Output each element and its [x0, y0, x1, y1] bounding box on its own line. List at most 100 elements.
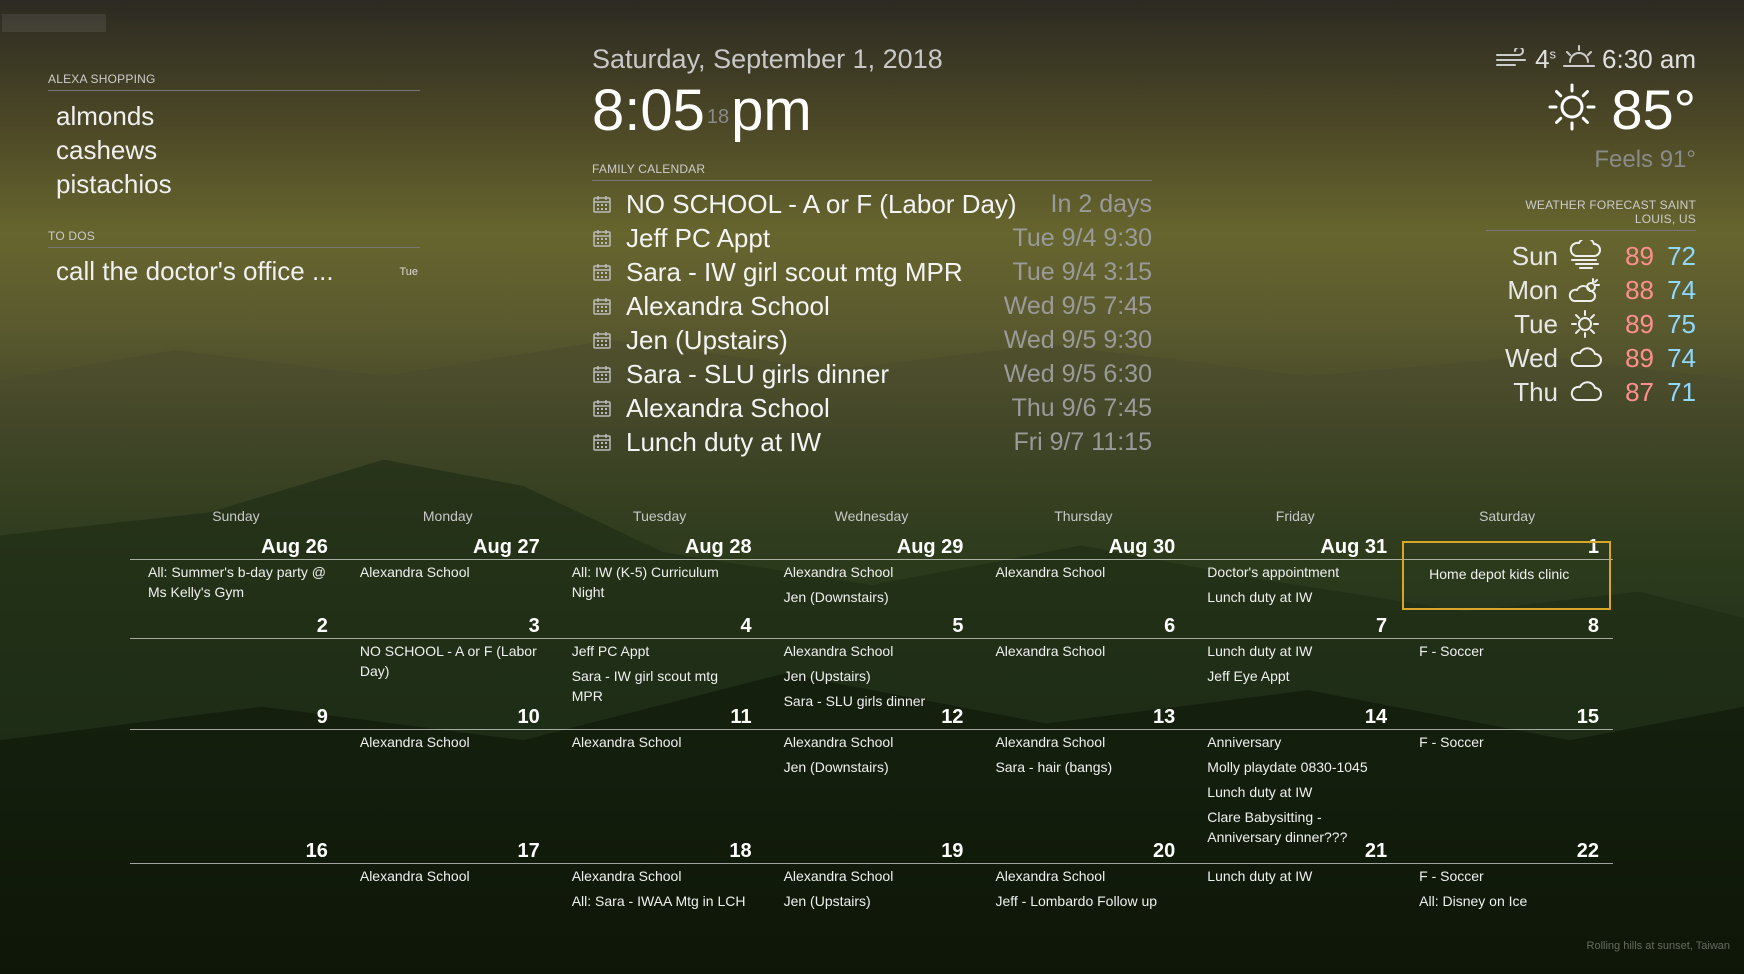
day-header[interactable]: Aug 31 [1189, 536, 1401, 559]
day-cell[interactable]: Jeff PC Appt Sara - IW girl scout mtg MPR [554, 639, 766, 706]
day-event[interactable]: Alexandra School [360, 866, 540, 886]
day-cell[interactable]: Alexandra School [977, 639, 1189, 706]
day-header[interactable]: Aug 26 [130, 536, 342, 559]
day-event[interactable]: Jen (Downstairs) [784, 587, 964, 607]
day-event[interactable]: NO SCHOOL - A or F (Labor Day) [360, 641, 540, 681]
day-event[interactable]: Alexandra School [995, 562, 1175, 582]
day-header[interactable]: 20 [977, 840, 1189, 863]
day-event[interactable]: Anniversary [1207, 732, 1387, 752]
day-header[interactable]: 12 [766, 706, 978, 729]
day-header[interactable]: 16 [130, 840, 342, 863]
calendar-event-row[interactable]: Jeff PC Appt Tue 9/4 9:30 [592, 221, 1152, 255]
day-header[interactable]: 2 [130, 615, 342, 638]
day-header[interactable]: 9 [130, 706, 342, 729]
day-event[interactable]: Alexandra School [572, 866, 752, 886]
day-header[interactable]: 21 [1189, 840, 1401, 863]
day-cell[interactable]: All: Summer's b-day party @ Ms Kelly's G… [130, 560, 342, 615]
day-event[interactable]: All: Summer's b-day party @ Ms Kelly's G… [148, 562, 328, 602]
day-cell[interactable] [130, 730, 342, 840]
day-cell[interactable]: Alexandra School [554, 730, 766, 840]
day-cell[interactable]: Alexandra School [342, 864, 554, 922]
day-event[interactable]: Jen (Upstairs) [784, 891, 964, 911]
day-event[interactable]: All: Disney on Ice [1419, 891, 1599, 911]
day-cell[interactable]: F - Soccer All: Disney on Ice [1401, 864, 1613, 922]
day-cell[interactable]: F - Soccer [1401, 639, 1613, 706]
day-event[interactable]: F - Soccer [1419, 641, 1599, 661]
day-event[interactable]: Alexandra School [572, 732, 752, 752]
day-header[interactable]: 22 [1401, 840, 1613, 863]
day-header[interactable]: 18 [554, 840, 766, 863]
day-event[interactable]: Sara - hair (bangs) [995, 757, 1175, 777]
day-event[interactable]: Alexandra School [360, 732, 540, 752]
day-header[interactable]: 11 [554, 706, 766, 729]
day-event[interactable]: Jeff PC Appt [572, 641, 752, 661]
day-cell[interactable]: Alexandra School All: Sara - IWAA Mtg in … [554, 864, 766, 922]
day-event[interactable]: Jen (Downstairs) [784, 757, 964, 777]
day-header[interactable]: Aug 29 [766, 536, 978, 559]
day-event[interactable]: Doctor's appointment [1207, 562, 1387, 582]
day-event[interactable]: Lunch duty at IW [1207, 641, 1387, 661]
day-header[interactable]: Aug 28 [554, 536, 766, 559]
day-event[interactable]: Lunch duty at IW [1207, 782, 1387, 802]
day-header[interactable]: 19 [766, 840, 978, 863]
day-cell[interactable]: Anniversary Molly playdate 0830-1045 Lunch… [1189, 730, 1401, 845]
day-cell[interactable]: Alexandra School [342, 730, 554, 840]
day-event[interactable]: Alexandra School [995, 866, 1175, 886]
day-event[interactable]: Sara - IW girl scout mtg MPR [572, 666, 752, 706]
day-cell[interactable]: Alexandra School Jen (Downstairs) [766, 730, 978, 840]
day-event[interactable]: Jeff Eye Appt [1207, 666, 1387, 686]
day-header[interactable]: 17 [342, 840, 554, 863]
day-cell[interactable]: Alexandra School [977, 560, 1189, 615]
day-event[interactable]: Alexandra School [995, 732, 1175, 752]
day-header[interactable]: 13 [977, 706, 1189, 729]
day-event[interactable]: Alexandra School [784, 732, 964, 752]
day-cell[interactable] [130, 639, 342, 706]
day-cell[interactable]: Doctor's appointment Lunch duty at IW [1189, 560, 1401, 615]
calendar-event-row[interactable]: Jen (Upstairs) Wed 9/5 9:30 [592, 323, 1152, 357]
day-cell[interactable]: Alexandra School Jen (Upstairs) Sara - SLU… [766, 639, 978, 709]
day-header[interactable]: Aug 27 [342, 536, 554, 559]
day-header[interactable]: Aug 30 [977, 536, 1189, 559]
day-header[interactable]: 8 [1401, 615, 1613, 638]
day-cell[interactable]: F - Soccer [1401, 730, 1613, 840]
calendar-event-row[interactable]: Sara - IW girl scout mtg MPR Tue 9/4 3:15 [592, 255, 1152, 289]
day-header[interactable]: 14 [1189, 706, 1401, 729]
day-event[interactable]: Alexandra School [360, 562, 540, 582]
calendar-event-row[interactable]: Lunch duty at IW Fri 9/7 11:15 [592, 425, 1152, 459]
day-cell[interactable] [130, 864, 342, 922]
day-cell[interactable]: Lunch duty at IW [1189, 864, 1401, 922]
day-header[interactable]: 10 [342, 706, 554, 729]
day-header[interactable]: 6 [977, 615, 1189, 638]
day-cell[interactable]: Alexandra School Jeff - Lombardo Follow u… [977, 864, 1189, 922]
day-event[interactable]: All: Sara - IWAA Mtg in LCH [572, 891, 752, 911]
day-event[interactable]: Alexandra School [784, 866, 964, 886]
day-header[interactable]: 15 [1401, 706, 1613, 729]
day-header[interactable]: 3 [342, 615, 554, 638]
day-header[interactable]: 7 [1189, 615, 1401, 638]
day-header[interactable]: 5 [766, 615, 978, 638]
day-event[interactable]: Lunch duty at IW [1207, 587, 1387, 607]
day-header[interactable]: 4 [554, 615, 766, 638]
top-left-widget[interactable] [2, 14, 106, 32]
day-cell[interactable]: Alexandra School Sara - hair (bangs) [977, 730, 1189, 840]
day-cell[interactable]: Alexandra School Jen (Downstairs) [766, 560, 978, 615]
day-event[interactable]: All: IW (K-5) Curriculum Night [572, 562, 752, 602]
day-event[interactable]: Alexandra School [784, 562, 964, 582]
day-cell[interactable]: All: IW (K-5) Curriculum Night [554, 560, 766, 615]
day-event[interactable]: F - Soccer [1419, 866, 1599, 886]
day-event[interactable]: F - Soccer [1419, 732, 1599, 752]
calendar-event-row[interactable]: Alexandra School Thu 9/6 7:45 [592, 391, 1152, 425]
calendar-event-row[interactable]: NO SCHOOL - A or F (Labor Day) In 2 days [592, 187, 1152, 221]
day-event[interactable]: Alexandra School [995, 641, 1175, 661]
day-event[interactable]: Lunch duty at IW [1207, 866, 1387, 886]
day-cell[interactable]: Alexandra School [342, 560, 554, 615]
day-event[interactable]: Jen (Upstairs) [784, 666, 964, 686]
day-cell[interactable]: Alexandra School Jen (Upstairs) [766, 864, 978, 922]
day-event[interactable]: Alexandra School [784, 641, 964, 661]
calendar-event-row[interactable]: Sara - SLU girls dinner Wed 9/5 6:30 [592, 357, 1152, 391]
day-event[interactable]: Molly playdate 0830-1045 [1207, 757, 1387, 777]
calendar-event-row[interactable]: Alexandra School Wed 9/5 7:45 [592, 289, 1152, 323]
day-cell[interactable]: Lunch duty at IW Jeff Eye Appt [1189, 639, 1401, 706]
day-cell[interactable]: NO SCHOOL - A or F (Labor Day) [342, 639, 554, 706]
day-event[interactable]: Jeff - Lombardo Follow up [995, 891, 1175, 911]
